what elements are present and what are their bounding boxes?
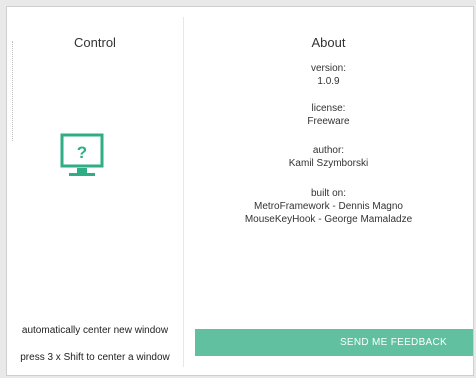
- author-label: author:: [312, 145, 345, 156]
- license-label: license:: [311, 103, 346, 114]
- built-on-label: built on:: [310, 188, 347, 199]
- built-on-section: built on: MetroFramework - Dennis Magno …: [184, 187, 473, 226]
- built-on-line: MetroFramework - Dennis Magno: [254, 201, 403, 212]
- license-value: Freeware: [307, 116, 350, 127]
- control-heading: Control: [74, 35, 116, 50]
- version-value: 1.0.9: [317, 76, 340, 87]
- control-panel: Control ? automatically center new windo…: [7, 7, 183, 375]
- license-section: license: Freeware: [184, 102, 473, 128]
- app-window: Control ? automatically center new windo…: [6, 6, 474, 376]
- about-panel: About version: 1.0.9 license: Freeware a…: [184, 7, 473, 375]
- option-shift-center[interactable]: press 3 x Shift to center a window: [7, 352, 183, 363]
- version-section: version: 1.0.9: [184, 62, 473, 88]
- send-feedback-label: SEND ME FEEDBACK: [339, 337, 447, 348]
- monitor-question-icon[interactable]: ?: [59, 132, 105, 184]
- built-on-line: MouseKeyHook - George Mamaladze: [244, 214, 413, 225]
- svg-text:?: ?: [77, 143, 87, 162]
- send-feedback-button[interactable]: SEND ME FEEDBACK: [195, 329, 473, 356]
- author-section: author: Kamil Szymborski: [184, 144, 473, 170]
- option-center-new-window[interactable]: automatically center new window: [7, 325, 183, 336]
- author-value: Kamil Szymborski: [288, 158, 369, 169]
- about-heading: About: [311, 35, 346, 50]
- version-label: version:: [310, 63, 346, 74]
